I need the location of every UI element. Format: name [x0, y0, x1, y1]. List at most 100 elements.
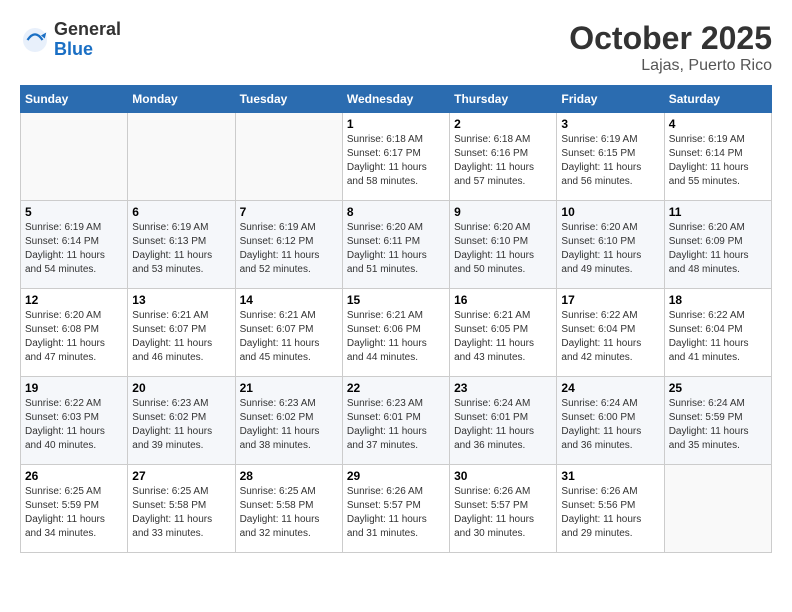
calendar-cell: 17Sunrise: 6:22 AM Sunset: 6:04 PM Dayli…	[557, 289, 664, 377]
calendar-cell: 21 Sunrise: 6:23 AM Sunset: 6:02 PM Dayli…	[235, 377, 342, 465]
day-info: Sunrise: 6:21 AM Sunset: 6:07 PM Dayligh…	[132, 309, 230, 365]
day-number: 15	[347, 293, 445, 307]
calendar-cell: 3 Sunrise: 6:19 AM Sunset: 6:15 PM Daylig…	[557, 113, 664, 201]
calendar-cell: 28 Sunrise: 6:25 AM Sunset: 5:58 PM Dayli…	[235, 465, 342, 553]
calendar-cell	[664, 465, 771, 553]
day-info: Sunrise: 6:21 AM Sunset: 6:05 PM Dayligh…	[454, 309, 552, 365]
logo-blue: Blue	[54, 40, 121, 60]
title-area: October 2025 Lajas, Puerto Rico	[569, 20, 772, 75]
day-info: Sunrise: 6:19 AM Sunset: 6:14 PM Dayligh…	[25, 221, 123, 277]
month-title: October 2025	[569, 20, 772, 57]
logo-icon	[20, 25, 50, 55]
day-number: 14	[240, 293, 338, 307]
day-number: 6	[132, 205, 230, 219]
day-info: Sunrise: 6:26 AM Sunset: 5:57 PM Dayligh…	[454, 485, 552, 541]
calendar-week-5: 26 Sunrise: 6:25 AM Sunset: 5:59 PM Dayli…	[21, 465, 772, 553]
day-number: 12	[25, 293, 123, 307]
calendar-cell: 5 Sunrise: 6:19 AM Sunset: 6:14 PM Daylig…	[21, 201, 128, 289]
day-info: Sunrise: 6:25 AM Sunset: 5:58 PM Dayligh…	[240, 485, 338, 541]
day-info: Sunrise: 6:21 AM Sunset: 6:07 PM Dayligh…	[240, 309, 338, 365]
day-info: Sunrise: 6:20 AM Sunset: 6:11 PM Dayligh…	[347, 221, 445, 277]
day-info: Sunrise: 6:22 AM Sunset: 6:04 PM Dayligh…	[561, 309, 659, 365]
day-info: Sunrise: 6:20 AM Sunset: 6:08 PM Dayligh…	[25, 309, 123, 365]
logo-general: General	[54, 20, 121, 40]
day-header-tuesday: Tuesday	[235, 86, 342, 113]
day-info: Sunrise: 6:18 AM Sunset: 6:16 PM Dayligh…	[454, 133, 552, 189]
calendar-cell: 2 Sunrise: 6:18 AM Sunset: 6:16 PM Daylig…	[450, 113, 557, 201]
calendar-cell: 10 Sunrise: 6:20 AM Sunset: 6:10 PM Dayli…	[557, 201, 664, 289]
calendar-cell: 7 Sunrise: 6:19 AM Sunset: 6:12 PM Daylig…	[235, 201, 342, 289]
calendar-cell: 27Sunrise: 6:25 AM Sunset: 5:58 PM Dayli…	[128, 465, 235, 553]
day-info: Sunrise: 6:26 AM Sunset: 5:57 PM Dayligh…	[347, 485, 445, 541]
day-info: Sunrise: 6:22 AM Sunset: 6:04 PM Dayligh…	[669, 309, 767, 365]
logo: General Blue	[20, 20, 121, 60]
calendar-cell	[128, 113, 235, 201]
day-header-saturday: Saturday	[664, 86, 771, 113]
calendar-cell: 18 Sunrise: 6:22 AM Sunset: 6:04 PM Dayli…	[664, 289, 771, 377]
calendar-cell	[21, 113, 128, 201]
calendar-cell: 23Sunrise: 6:24 AM Sunset: 6:01 PM Dayli…	[450, 377, 557, 465]
calendar-cell: 8 Sunrise: 6:20 AM Sunset: 6:11 PM Daylig…	[342, 201, 449, 289]
day-number: 11	[669, 205, 767, 219]
day-number: 22	[347, 381, 445, 395]
day-info: Sunrise: 6:23 AM Sunset: 6:02 PM Dayligh…	[132, 397, 230, 453]
day-header-wednesday: Wednesday	[342, 86, 449, 113]
day-header-sunday: Sunday	[21, 86, 128, 113]
day-info: Sunrise: 6:24 AM Sunset: 5:59 PM Dayligh…	[669, 397, 767, 453]
day-info: Sunrise: 6:19 AM Sunset: 6:15 PM Dayligh…	[561, 133, 659, 189]
day-number: 8	[347, 205, 445, 219]
day-info: Sunrise: 6:25 AM Sunset: 5:59 PM Dayligh…	[25, 485, 123, 541]
calendar-week-2: 5 Sunrise: 6:19 AM Sunset: 6:14 PM Daylig…	[21, 201, 772, 289]
day-number: 21	[240, 381, 338, 395]
day-info: Sunrise: 6:20 AM Sunset: 6:09 PM Dayligh…	[669, 221, 767, 277]
calendar-cell: 20 Sunrise: 6:23 AM Sunset: 6:02 PM Dayli…	[128, 377, 235, 465]
calendar-week-3: 12 Sunrise: 6:20 AM Sunset: 6:08 PM Dayli…	[21, 289, 772, 377]
day-number: 20	[132, 381, 230, 395]
day-info: Sunrise: 6:20 AM Sunset: 6:10 PM Dayligh…	[561, 221, 659, 277]
day-info: Sunrise: 6:26 AM Sunset: 5:56 PM Dayligh…	[561, 485, 659, 541]
calendar-cell: 13 Sunrise: 6:21 AM Sunset: 6:07 PM Dayli…	[128, 289, 235, 377]
calendar-header-row: SundayMondayTuesdayWednesdayThursdayFrid…	[21, 86, 772, 113]
day-number: 4	[669, 117, 767, 131]
day-number: 28	[240, 469, 338, 483]
day-info: Sunrise: 6:19 AM Sunset: 6:14 PM Dayligh…	[669, 133, 767, 189]
day-number: 7	[240, 205, 338, 219]
calendar-cell: 16 Sunrise: 6:21 AM Sunset: 6:05 PM Dayli…	[450, 289, 557, 377]
day-header-friday: Friday	[557, 86, 664, 113]
day-number: 30	[454, 469, 552, 483]
day-number: 18	[669, 293, 767, 307]
day-number: 3	[561, 117, 659, 131]
day-number: 13	[132, 293, 230, 307]
day-info: Sunrise: 6:18 AM Sunset: 6:17 PM Dayligh…	[347, 133, 445, 189]
calendar-cell: 15 Sunrise: 6:21 AM Sunset: 6:06 PM Dayli…	[342, 289, 449, 377]
day-info: Sunrise: 6:21 AM Sunset: 6:06 PM Dayligh…	[347, 309, 445, 365]
calendar-cell: 12 Sunrise: 6:20 AM Sunset: 6:08 PM Dayli…	[21, 289, 128, 377]
calendar-cell: 29Sunrise: 6:26 AM Sunset: 5:57 PM Dayli…	[342, 465, 449, 553]
day-number: 27	[132, 469, 230, 483]
day-info: Sunrise: 6:24 AM Sunset: 6:01 PM Dayligh…	[454, 397, 552, 453]
calendar-week-4: 19 Sunrise: 6:22 AM Sunset: 6:03 PM Dayli…	[21, 377, 772, 465]
location-subtitle: Lajas, Puerto Rico	[569, 57, 772, 75]
day-number: 2	[454, 117, 552, 131]
day-info: Sunrise: 6:23 AM Sunset: 6:02 PM Dayligh…	[240, 397, 338, 453]
calendar-cell: 24Sunrise: 6:24 AM Sunset: 6:00 PM Dayli…	[557, 377, 664, 465]
day-info: Sunrise: 6:22 AM Sunset: 6:03 PM Dayligh…	[25, 397, 123, 453]
calendar-cell: 25 Sunrise: 6:24 AM Sunset: 5:59 PM Dayli…	[664, 377, 771, 465]
calendar-cell	[235, 113, 342, 201]
day-info: Sunrise: 6:23 AM Sunset: 6:01 PM Dayligh…	[347, 397, 445, 453]
calendar-cell: 9Sunrise: 6:20 AM Sunset: 6:10 PM Daylig…	[450, 201, 557, 289]
day-number: 24	[561, 381, 659, 395]
day-number: 10	[561, 205, 659, 219]
day-number: 1	[347, 117, 445, 131]
calendar-cell: 11 Sunrise: 6:20 AM Sunset: 6:09 PM Dayli…	[664, 201, 771, 289]
page-header: General Blue October 2025 Lajas, Puerto …	[20, 20, 772, 75]
day-info: Sunrise: 6:19 AM Sunset: 6:12 PM Dayligh…	[240, 221, 338, 277]
day-number: 25	[669, 381, 767, 395]
calendar-cell: 22 Sunrise: 6:23 AM Sunset: 6:01 PM Dayli…	[342, 377, 449, 465]
day-number: 19	[25, 381, 123, 395]
day-number: 26	[25, 469, 123, 483]
calendar-week-1: 1 Sunrise: 6:18 AM Sunset: 6:17 PM Daylig…	[21, 113, 772, 201]
day-number: 16	[454, 293, 552, 307]
day-number: 5	[25, 205, 123, 219]
calendar-cell: 30 Sunrise: 6:26 AM Sunset: 5:57 PM Dayli…	[450, 465, 557, 553]
